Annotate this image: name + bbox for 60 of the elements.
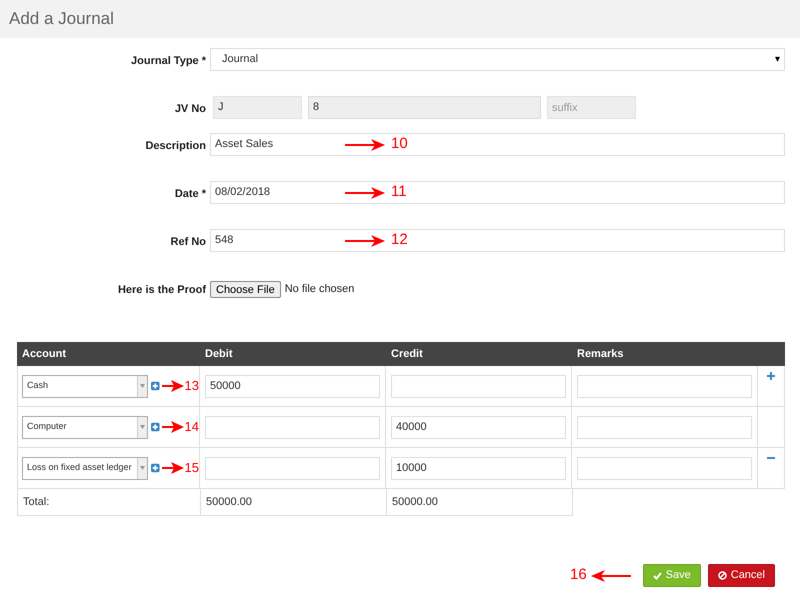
total-credit: 50000.00 [392, 494, 438, 510]
text-field[interactable]: 08/02/2018 11 [210, 181, 785, 204]
jv-number-field[interactable]: 8 [308, 96, 541, 119]
add-account-icon[interactable] [151, 381, 160, 391]
amount-field[interactable]: 40000 [391, 416, 566, 438]
remove-row-icon[interactable] [767, 454, 775, 462]
field-label: Ref No [170, 236, 206, 248]
total-label: Total: [23, 494, 50, 510]
cancel-button[interactable]: Cancel [708, 564, 775, 587]
field-label: Description [145, 140, 206, 152]
account-select[interactable]: Computer [22, 416, 148, 438]
field-label: Here is the Proof [118, 284, 206, 296]
jv-suffix-field[interactable]: suffix [547, 96, 636, 119]
callout-number: 15 [184, 459, 199, 478]
field-label: JV No [174, 103, 206, 115]
text-field[interactable]: 548 12 [210, 229, 785, 252]
caret-icon [140, 466, 145, 470]
callout-number: 16 [570, 565, 587, 586]
amount-field[interactable]: 10000 [391, 456, 566, 480]
page-title: Add a Journal [9, 8, 114, 30]
field-label: Date * [174, 188, 206, 200]
total-debit: 50000.00 [206, 494, 252, 510]
arrow-icon [345, 234, 385, 246]
check-icon [652, 572, 662, 580]
field-label: Journal Type * [131, 55, 206, 67]
arrow-icon [345, 186, 385, 198]
arrow-icon [162, 380, 184, 392]
amount-field[interactable] [577, 416, 752, 438]
callout-number: 10 [391, 134, 408, 154]
callout-number: 14 [184, 418, 199, 436]
column-header: Credit [391, 346, 423, 362]
file-status: No file chosen [284, 282, 354, 297]
jv-prefix-field[interactable]: J [213, 96, 302, 119]
ban-icon [718, 571, 727, 580]
choose-file-button[interactable]: Choose File [210, 280, 281, 298]
callout-number: 13 [184, 377, 199, 396]
account-select[interactable]: Loss on fixed asset ledger [22, 456, 148, 480]
column-header: Account [22, 346, 66, 362]
arrow-icon [162, 421, 184, 433]
column-header: Debit [205, 346, 232, 362]
arrow-icon [345, 138, 385, 150]
arrow-icon [590, 570, 631, 582]
amount-field[interactable] [391, 374, 566, 398]
amount-field[interactable] [205, 416, 380, 438]
amount-field[interactable] [577, 374, 752, 398]
add-account-icon[interactable] [151, 422, 160, 432]
amount-field[interactable]: 50000 [205, 374, 380, 398]
caret-icon [140, 384, 145, 388]
journal-type-select[interactable]: Journal ▾ [210, 48, 785, 71]
account-select[interactable]: Cash [22, 374, 148, 398]
caret-icon [140, 425, 145, 429]
amount-field[interactable] [205, 456, 380, 480]
callout-number: 12 [391, 230, 408, 250]
column-header: Remarks [577, 346, 624, 362]
add-account-icon[interactable] [151, 463, 160, 473]
add-row-icon[interactable] [767, 372, 775, 380]
callout-number: 11 [391, 182, 407, 202]
arrow-icon [162, 462, 184, 474]
text-field[interactable]: Asset Sales 10 [210, 133, 785, 156]
amount-field[interactable] [577, 456, 752, 480]
